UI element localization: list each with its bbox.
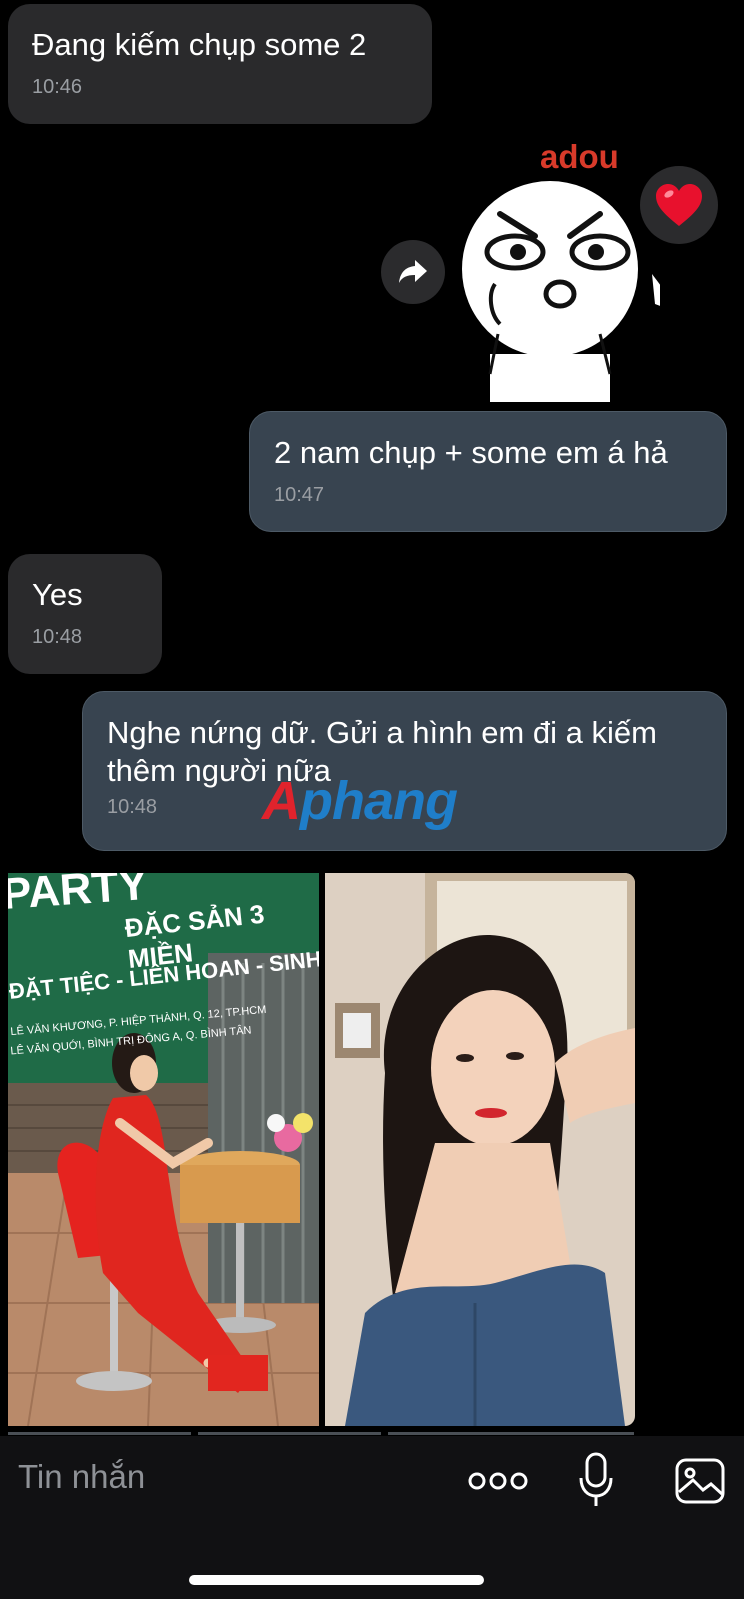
more-dots-icon	[468, 1472, 528, 1490]
thumbnail-strip	[198, 1432, 381, 1435]
microphone-button[interactable]	[578, 1452, 614, 1508]
message-text: Yes	[32, 577, 83, 612]
message-bubble-incoming[interactable]: Đang kiếm chụp some 2 10:46	[8, 4, 432, 124]
reaction-badge[interactable]	[640, 166, 718, 244]
message-time: 10:46	[32, 76, 83, 98]
message-bubble-incoming[interactable]: Yes 10:48	[8, 554, 162, 674]
message-time: 10:47	[274, 484, 325, 506]
sticker-message[interactable]: adou	[460, 138, 720, 404]
sticker-caption: adou	[540, 138, 619, 175]
sticker-face-image	[462, 181, 660, 402]
watermark-text: phang	[300, 771, 458, 831]
more-button[interactable]	[468, 1466, 528, 1496]
image-icon	[675, 1458, 725, 1504]
photo-woman-selfie	[325, 873, 635, 1426]
watermark-letter: A	[262, 771, 301, 831]
photo-attachment[interactable]	[325, 873, 635, 1426]
message-bubble-outgoing[interactable]: 2 nam chụp + some em á hả 10:47	[249, 411, 727, 532]
watermark-logo: Aphang	[262, 770, 458, 832]
message-text: Đang kiếm chụp some 2	[32, 27, 367, 62]
microphone-icon	[579, 1452, 613, 1506]
thumbnail-strip	[8, 1432, 191, 1435]
message-input[interactable]: Tin nhắn	[18, 1458, 145, 1496]
image-picker-button[interactable]	[675, 1458, 725, 1504]
heart-icon	[656, 184, 702, 226]
thumbnail-strip	[388, 1432, 634, 1435]
forward-arrow-icon	[399, 260, 427, 283]
home-indicator	[189, 1575, 484, 1585]
message-text: 2 nam chụp + some em á hả	[274, 435, 668, 470]
photo-attachment[interactable]: PARTY ĐẶC SẢN 3 MIỀN ĐẶT TIỆC - LIÊN HOA…	[8, 873, 319, 1426]
message-time: 10:48	[32, 626, 83, 648]
forward-button[interactable]	[381, 240, 445, 304]
message-composer: Tin nhắn	[0, 1436, 744, 1599]
